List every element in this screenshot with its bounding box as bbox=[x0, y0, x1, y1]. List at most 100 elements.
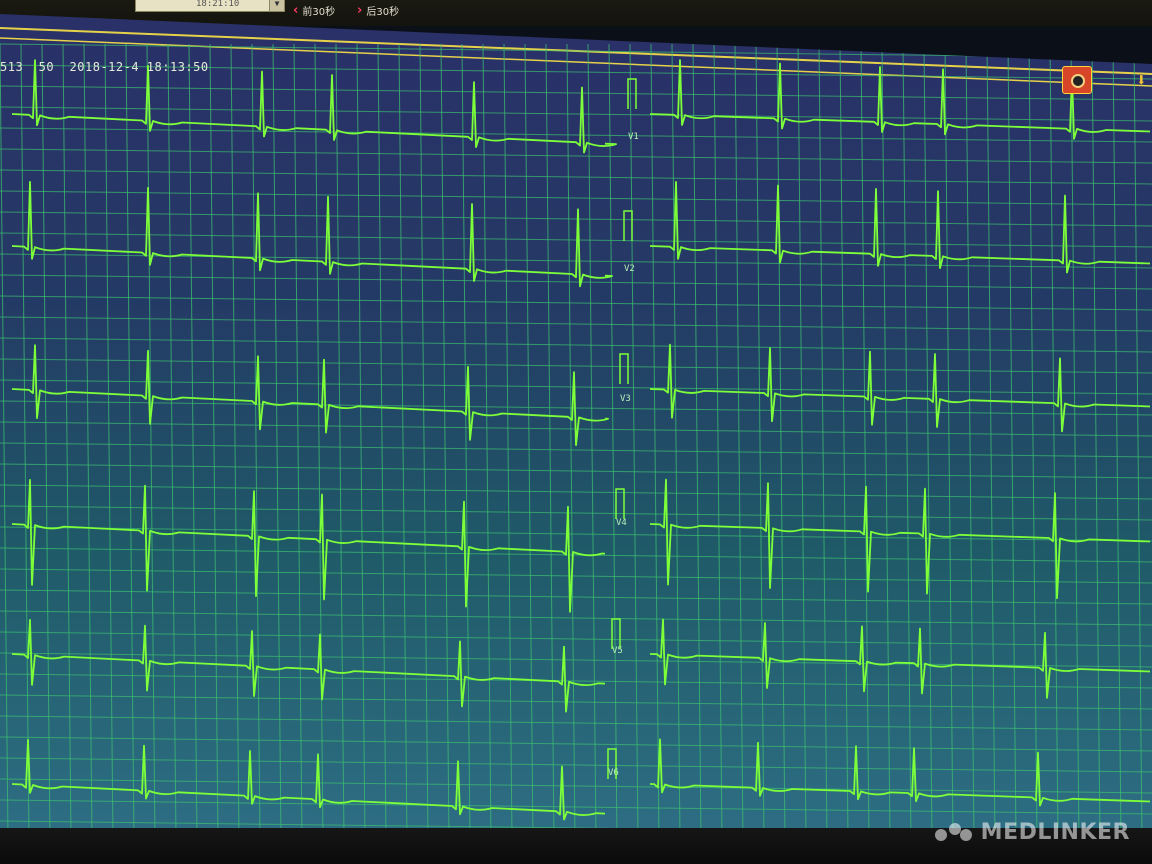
medlinker-logo-icon bbox=[934, 823, 972, 841]
grid-line-vertical bbox=[818, 43, 828, 840]
chevron-right-icon: › bbox=[357, 2, 363, 18]
grid-line-vertical bbox=[419, 43, 429, 840]
record-header: 513 50 2018-12-4 18:13:50 bbox=[0, 60, 209, 74]
grid-line-vertical bbox=[272, 43, 282, 840]
time-select[interactable]: 18:21:10 ▼ bbox=[135, 0, 285, 12]
grid-line-vertical bbox=[440, 43, 450, 840]
grid-line-horizontal bbox=[0, 337, 1152, 353]
grid-line-vertical bbox=[776, 43, 786, 840]
lead-label-v1: V1 bbox=[628, 132, 639, 142]
grid-line-vertical bbox=[104, 43, 114, 840]
ecg-trace-lead-v2 bbox=[649, 181, 1151, 274]
watermark-text: MEDLINKER bbox=[980, 819, 1130, 845]
grid-line-vertical bbox=[1007, 43, 1017, 840]
grid-line-horizontal bbox=[0, 316, 1152, 332]
next-30s-button[interactable]: › 后30秒 bbox=[357, 2, 399, 18]
grid-line-vertical bbox=[797, 43, 807, 840]
lead-label-v2: V2 bbox=[624, 264, 635, 274]
grid-line-horizontal bbox=[0, 232, 1152, 248]
grid-line-vertical bbox=[713, 43, 723, 840]
grid-line-horizontal bbox=[0, 190, 1152, 206]
grid-line-vertical bbox=[62, 43, 72, 840]
prev-30s-button[interactable]: ‹ 前30秒 bbox=[293, 2, 335, 18]
grid-line-vertical bbox=[608, 43, 618, 840]
grid-line-vertical bbox=[41, 43, 51, 840]
grid-line-vertical bbox=[692, 43, 702, 840]
grid-line-horizontal bbox=[0, 757, 1152, 773]
dropdown-arrow-icon[interactable]: ▼ bbox=[269, 0, 284, 11]
grid-line-horizontal bbox=[0, 631, 1152, 647]
grid-line-horizontal bbox=[0, 799, 1152, 815]
grid-line-horizontal bbox=[0, 106, 1152, 122]
grid-line-vertical bbox=[839, 43, 849, 840]
grid-line-horizontal bbox=[0, 589, 1152, 605]
lead-label-v3: V3 bbox=[620, 394, 631, 404]
grid-line-vertical bbox=[1133, 43, 1143, 840]
ecg-grid bbox=[0, 27, 1152, 840]
heart-rate: 50 bbox=[38, 60, 55, 74]
grid-line-horizontal bbox=[0, 379, 1152, 395]
grid-line-horizontal bbox=[0, 148, 1152, 164]
grid-line-vertical bbox=[965, 43, 975, 840]
grid-line-vertical bbox=[146, 43, 156, 840]
grid-line-horizontal bbox=[0, 736, 1152, 752]
grid-line-horizontal bbox=[0, 85, 1152, 101]
grid-line-vertical bbox=[902, 43, 912, 840]
grid-line-horizontal bbox=[0, 127, 1152, 143]
ecg-trace-lead-v5 bbox=[649, 618, 1151, 699]
grid-line-vertical bbox=[566, 43, 576, 840]
grid-line-vertical bbox=[482, 43, 492, 840]
ecg-trace-lead-v6 bbox=[649, 738, 1151, 807]
grid-line-horizontal bbox=[0, 610, 1152, 626]
prev-30s-label: 前30秒 bbox=[302, 6, 336, 18]
ecg-trace-lead-v4 bbox=[11, 479, 606, 613]
grid-line-vertical bbox=[314, 43, 324, 840]
chevron-left-icon: ‹ bbox=[293, 2, 299, 18]
lead-label-v4: V4 bbox=[616, 518, 627, 528]
grid-line-vertical bbox=[1091, 43, 1101, 840]
grid-line-vertical bbox=[881, 43, 891, 840]
grid-line-vertical bbox=[1028, 43, 1038, 840]
grid-line-horizontal bbox=[0, 295, 1152, 311]
grid-line-vertical bbox=[125, 43, 135, 840]
grid-line-vertical bbox=[230, 43, 240, 840]
camera-icon[interactable] bbox=[1062, 66, 1092, 94]
grid-line-vertical bbox=[671, 43, 681, 840]
grid-line-vertical bbox=[587, 43, 597, 840]
grid-line-vertical bbox=[167, 43, 177, 840]
grid-line-vertical bbox=[20, 43, 30, 840]
record-timestamp: 2018-12-4 18:13:50 bbox=[69, 60, 209, 74]
lead-label-v6: V6 bbox=[608, 768, 619, 778]
grid-line-vertical bbox=[83, 43, 93, 840]
grid-line-horizontal bbox=[0, 568, 1152, 584]
calibration-marker bbox=[611, 618, 621, 649]
grid-line-vertical bbox=[524, 43, 534, 840]
grid-line-vertical bbox=[293, 43, 303, 840]
grid-line-vertical bbox=[1112, 43, 1122, 840]
grid-line-horizontal bbox=[0, 211, 1152, 227]
grid-line-vertical bbox=[629, 43, 639, 840]
grid-line-vertical bbox=[461, 43, 471, 840]
grid-line-vertical bbox=[1070, 43, 1080, 840]
grid-line-horizontal bbox=[0, 715, 1152, 731]
grid-line-horizontal bbox=[0, 673, 1152, 689]
watermark: MEDLINKER bbox=[933, 815, 1130, 849]
grid-line-vertical bbox=[503, 43, 513, 840]
grid-line-vertical bbox=[545, 43, 555, 840]
calibration-marker bbox=[619, 353, 629, 384]
ecg-trace-lead-v6 bbox=[11, 738, 606, 821]
calibration-marker bbox=[623, 210, 633, 241]
grid-line-horizontal bbox=[0, 169, 1152, 185]
grid-line-vertical bbox=[209, 43, 219, 840]
calibration-marker bbox=[615, 488, 625, 519]
next-30s-label: 后30秒 bbox=[366, 6, 400, 18]
grid-line-vertical bbox=[755, 43, 765, 840]
grid-line-vertical bbox=[734, 43, 744, 840]
grid-line-horizontal bbox=[0, 778, 1152, 794]
grid-line-horizontal bbox=[0, 694, 1152, 710]
down-arrow-icon[interactable]: ⬇ bbox=[1136, 70, 1150, 92]
grid-line-vertical bbox=[986, 43, 996, 840]
grid-line-vertical bbox=[923, 43, 933, 840]
lead-label-v5: V5 bbox=[612, 646, 623, 656]
grid-line-vertical bbox=[944, 43, 954, 840]
